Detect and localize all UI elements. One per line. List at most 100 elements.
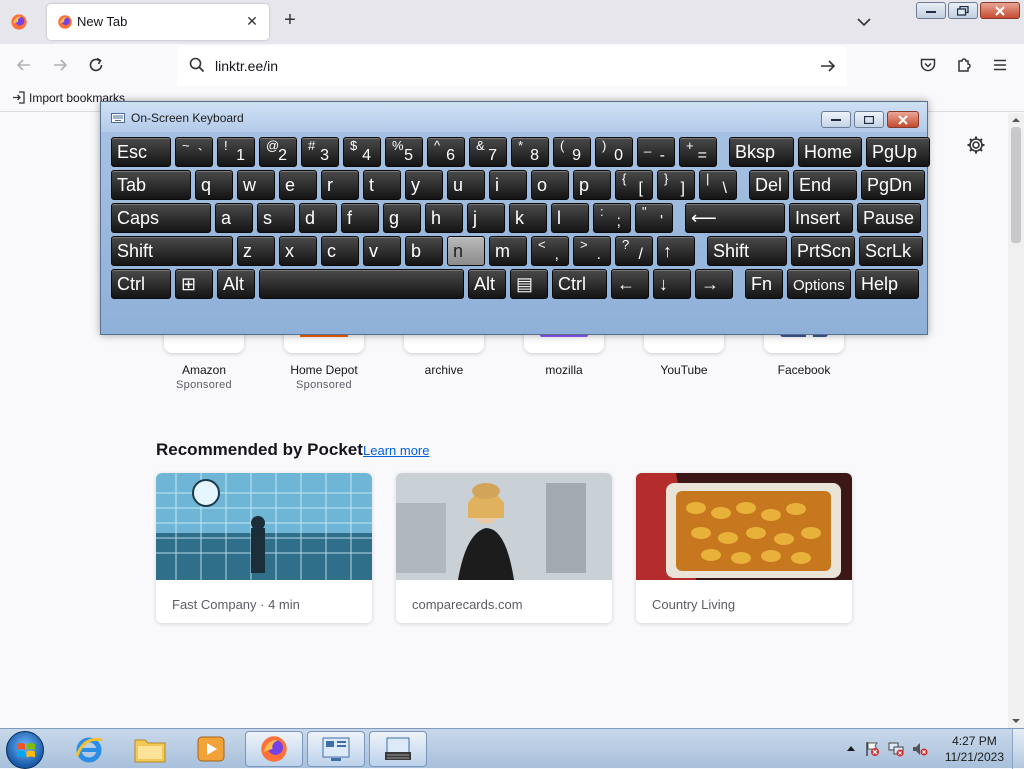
start-button[interactable] — [6, 731, 44, 769]
osk-close-button[interactable] — [887, 111, 919, 128]
tab-close-icon[interactable]: ✕ — [243, 12, 261, 30]
osk-key[interactable]: | \ — [699, 170, 737, 200]
tab-new-tab[interactable]: New Tab ✕ — [47, 4, 269, 40]
address-bar[interactable] — [177, 46, 847, 86]
osk-key[interactable]: Ctrl — [111, 269, 171, 299]
taskbar-file-explorer[interactable] — [121, 731, 179, 767]
volume-muted-icon[interactable] — [912, 741, 928, 757]
osk-key[interactable]: " ' — [635, 203, 673, 233]
osk-maximize-button[interactable] — [854, 111, 884, 128]
osk-key[interactable]: x — [279, 236, 317, 266]
osk-key[interactable]: b — [405, 236, 443, 266]
osk-key[interactable]: Options — [787, 269, 851, 299]
osk-key[interactable]: PgUp — [866, 137, 930, 167]
osk-key[interactable]: p — [573, 170, 611, 200]
scroll-down-arrow-icon[interactable] — [1012, 717, 1020, 725]
osk-key[interactable]: k — [509, 203, 547, 233]
osk-key[interactable]: u — [447, 170, 485, 200]
osk-key[interactable]: r — [321, 170, 359, 200]
osk-key[interactable]: Shift — [111, 236, 233, 266]
osk-key[interactable]: ⊞ — [175, 269, 213, 299]
osk-key[interactable]: * 8 — [511, 137, 549, 167]
osk-key[interactable]: {[ — [615, 170, 653, 200]
pocket-card[interactable]: comparecards.com — [396, 473, 612, 623]
osk-key[interactable]: Caps — [111, 203, 211, 233]
taskbar-media-player[interactable] — [182, 731, 240, 767]
osk-key[interactable]: Bksp — [729, 137, 794, 167]
osk-key[interactable]: j — [467, 203, 505, 233]
osk-key[interactable]: ← — [611, 269, 649, 299]
osk-key[interactable]: Alt — [217, 269, 255, 299]
osk-key[interactable]: m — [489, 236, 527, 266]
show-hidden-icons-icon[interactable] — [846, 744, 856, 752]
osk-key[interactable]: + = — [679, 137, 717, 167]
osk-key[interactable]: }] — [657, 170, 695, 200]
forward-icon[interactable] — [51, 56, 69, 74]
firefox-app-icon[interactable] — [10, 13, 28, 31]
osk-key[interactable]: c — [321, 236, 359, 266]
osk-key[interactable]: l — [551, 203, 589, 233]
osk-key[interactable] — [259, 269, 464, 299]
reload-icon[interactable] — [87, 56, 105, 74]
taskbar-firefox[interactable] — [245, 731, 303, 767]
osk-key[interactable]: Tab — [111, 170, 191, 200]
new-tab-button[interactable]: + — [280, 10, 300, 31]
pocket-icon[interactable] — [919, 56, 937, 74]
osk-key[interactable]: ? / — [615, 236, 653, 266]
minimize-button[interactable] — [916, 2, 946, 19]
osk-key[interactable]: o — [531, 170, 569, 200]
osk-key[interactable]: Insert — [789, 203, 853, 233]
osk-key[interactable]: #3 — [301, 137, 339, 167]
osk-key[interactable]: a — [215, 203, 253, 233]
restore-button[interactable] — [948, 2, 978, 19]
taskbar-clock[interactable]: 4:27 PM 11/21/2023 — [945, 733, 1004, 765]
osk-key[interactable]: ⟵ — [685, 203, 785, 233]
osk-key[interactable]: → — [695, 269, 733, 299]
settings-gear-icon[interactable] — [966, 135, 986, 155]
osk-key[interactable]: Ctrl — [552, 269, 607, 299]
learn-more-link[interactable]: Learn more — [363, 443, 429, 458]
list-all-tabs-icon[interactable] — [855, 13, 873, 31]
osk-key[interactable]: d — [299, 203, 337, 233]
taskbar-control-panel[interactable] — [307, 731, 365, 767]
pocket-card[interactable]: Country Living — [636, 473, 852, 623]
osk-key[interactable]: t — [363, 170, 401, 200]
osk-key[interactable]: Del — [749, 170, 789, 200]
osk-key[interactable]: n — [447, 236, 485, 266]
osk-key[interactable]: _ - — [637, 137, 675, 167]
osk-key[interactable]: v — [363, 236, 401, 266]
osk-key[interactable]: >. — [573, 236, 611, 266]
url-input[interactable] — [213, 56, 773, 76]
close-window-button[interactable] — [980, 2, 1020, 19]
osk-key[interactable]: s — [257, 203, 295, 233]
osk-key[interactable]: @2 — [259, 137, 297, 167]
osk-key[interactable]: PgDn — [861, 170, 925, 200]
scroll-thumb[interactable] — [1011, 127, 1021, 243]
osk-key[interactable]: ↑ — [657, 236, 695, 266]
osk-key[interactable]: Fn — [745, 269, 783, 299]
osk-key[interactable]: w — [237, 170, 275, 200]
show-desktop-button[interactable] — [1012, 729, 1024, 769]
osk-key[interactable]: $4 — [343, 137, 381, 167]
osk-key[interactable]: End — [793, 170, 857, 200]
osk-key[interactable]: Alt — [468, 269, 506, 299]
osk-minimize-button[interactable] — [821, 111, 851, 128]
osk-key[interactable]: f — [341, 203, 379, 233]
osk-key[interactable]: z — [237, 236, 275, 266]
menu-icon[interactable] — [991, 56, 1009, 74]
osk-key[interactable]: ^ 6 — [427, 137, 465, 167]
osk-key[interactable]: ▤ — [510, 269, 548, 299]
network-icon[interactable] — [888, 741, 904, 757]
osk-key[interactable]: e — [279, 170, 317, 200]
osk-key[interactable]: <, — [531, 236, 569, 266]
osk-key[interactable]: g — [383, 203, 421, 233]
osk-key[interactable]: Shift — [707, 236, 787, 266]
extensions-icon[interactable] — [955, 56, 973, 74]
osk-key[interactable]: ! 1 — [217, 137, 255, 167]
pocket-card[interactable]: Fast Company · 4 min — [156, 473, 372, 623]
osk-key[interactable]: h — [425, 203, 463, 233]
back-icon[interactable] — [15, 56, 33, 74]
taskbar-on-screen-keyboard[interactable] — [369, 731, 427, 767]
osk-key[interactable]: % 5 — [385, 137, 423, 167]
osk-key[interactable]: Home — [798, 137, 862, 167]
